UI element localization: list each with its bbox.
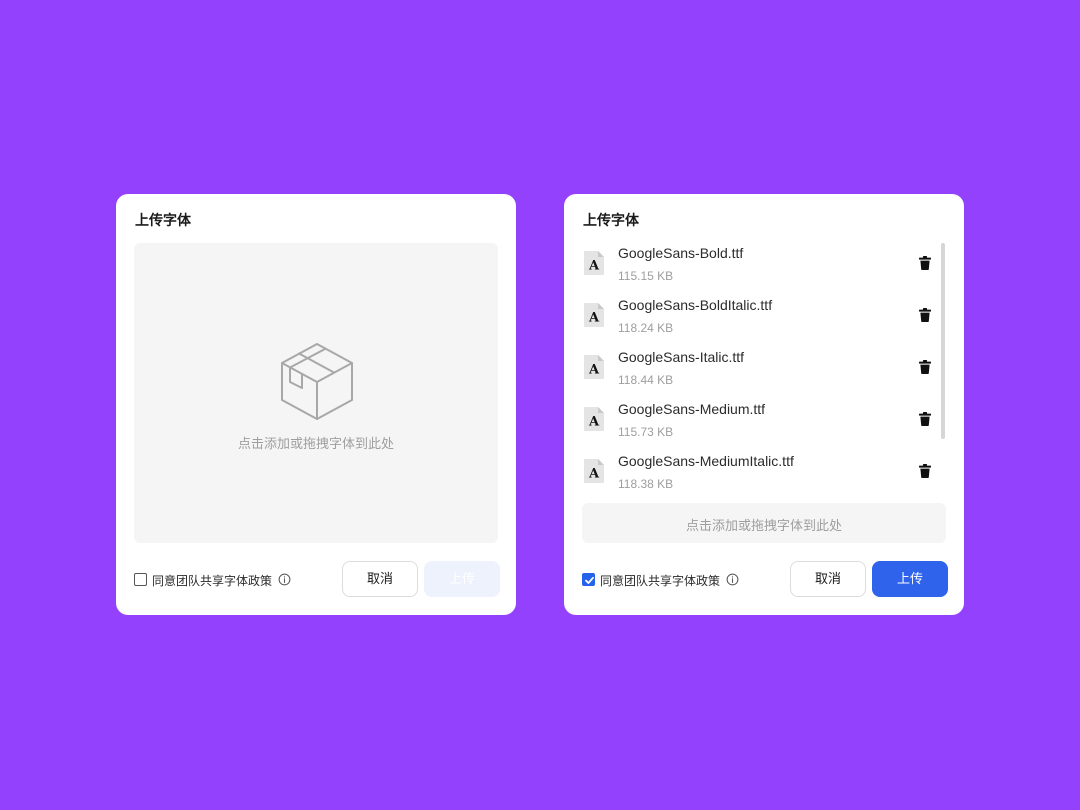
font-file-icon: A	[584, 459, 604, 483]
font-file-icon: A	[584, 251, 604, 275]
file-list-scrollbar[interactable]	[941, 243, 945, 439]
file-name: GoogleSans-MediumItalic.ttf	[618, 453, 794, 469]
file-size: 118.24 KB	[618, 321, 674, 335]
dropzone-hint: 点击添加或拖拽字体到此处	[237, 436, 394, 451]
svg-text:A: A	[588, 363, 600, 378]
upload-font-dialog-empty: 上传字体 点击添加或拖拽字体到此处 同意团队共享字体政策 取消 上传	[116, 194, 516, 615]
trash-icon[interactable]	[918, 412, 932, 426]
font-dropzone[interactable]: 点击添加或拖拽字体到此处	[582, 503, 946, 543]
dropzone-hint: 点击添加或拖拽字体到此处	[685, 518, 842, 533]
agree-policy-checkbox[interactable]	[582, 573, 595, 586]
file-name: GoogleSans-Bold.ttf	[618, 245, 744, 261]
agree-policy-checkbox[interactable]	[134, 573, 147, 586]
upload-font-dialog-filled: 上传字体 A GoogleSans-Bold.ttf 115.15 KB A Googl…	[564, 194, 964, 615]
trash-icon[interactable]	[918, 256, 932, 270]
trash-icon[interactable]	[918, 360, 932, 374]
file-size: 118.38 KB	[618, 477, 674, 491]
file-item: A GoogleSans-BoldItalic.ttf 118.24 KB	[582, 295, 932, 339]
file-size: 118.44 KB	[618, 373, 674, 387]
file-name: GoogleSans-Medium.ttf	[618, 401, 766, 417]
box-icon	[281, 343, 353, 420]
dialog-title: 上传字体	[135, 212, 191, 228]
file-size: 115.15 KB	[618, 269, 674, 283]
upload-button[interactable]: 上传	[424, 561, 500, 597]
upload-button[interactable]: 上传	[872, 561, 948, 597]
dialog-title: 上传字体	[583, 212, 639, 228]
file-size: 115.73 KB	[618, 425, 674, 439]
trash-icon[interactable]	[918, 464, 932, 478]
info-icon[interactable]	[278, 573, 291, 586]
font-file-icon: A	[584, 407, 604, 431]
svg-text:A: A	[588, 467, 600, 482]
file-list[interactable]: A GoogleSans-Bold.ttf 115.15 KB A GoogleSans…	[582, 243, 946, 493]
font-dropzone[interactable]: 点击添加或拖拽字体到此处	[134, 243, 498, 543]
file-item: A GoogleSans-Bold.ttf 115.15 KB	[582, 243, 932, 287]
cancel-button[interactable]: 取消	[790, 561, 866, 597]
font-file-icon: A	[584, 355, 604, 379]
file-item: A GoogleSans-Medium.ttf 115.73 KB	[582, 399, 932, 443]
file-item: A GoogleSans-Italic.ttf 118.44 KB	[582, 347, 932, 391]
svg-text:A: A	[588, 311, 600, 326]
cancel-button[interactable]: 取消	[342, 561, 418, 597]
file-name: GoogleSans-Italic.ttf	[618, 349, 745, 365]
trash-icon[interactable]	[918, 308, 932, 322]
svg-text:A: A	[588, 259, 600, 274]
file-name: GoogleSans-BoldItalic.ttf	[618, 297, 773, 313]
agree-policy-label[interactable]: 同意团队共享字体政策	[152, 572, 272, 589]
file-item: A GoogleSans-MediumItalic.ttf 118.38 KB	[582, 451, 932, 493]
agree-policy-label[interactable]: 同意团队共享字体政策	[600, 572, 720, 589]
info-icon[interactable]	[726, 573, 739, 586]
svg-text:A: A	[588, 415, 600, 430]
font-file-icon: A	[584, 303, 604, 327]
